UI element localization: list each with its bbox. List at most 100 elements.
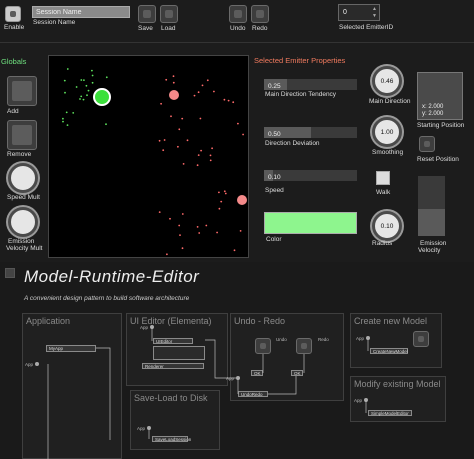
undo-node-button[interactable] (255, 338, 271, 354)
emitter-id-stepper[interactable]: 0 ▲ ▼ (338, 4, 380, 21)
particle (197, 91, 200, 94)
particle (199, 117, 202, 120)
redo-node-label: Redo (318, 337, 329, 342)
undo-node-label: Undo (276, 337, 287, 342)
enable-toggle[interactable] (5, 6, 21, 22)
particle (80, 95, 83, 98)
particle (181, 213, 184, 215)
undoredo-node[interactable]: UndoRedo (238, 391, 268, 397)
emitter-orange-2[interactable] (237, 195, 247, 205)
particle (85, 84, 88, 87)
emission-velocity-mult-knob[interactable] (8, 207, 38, 237)
particle (223, 98, 226, 101)
particle (198, 232, 201, 234)
particle (178, 128, 181, 131)
emitter-selected[interactable] (93, 88, 111, 106)
main-direction-value: 0.46 (380, 78, 394, 85)
simplemodeleditor-node[interactable]: SimpleModelEditor (368, 410, 412, 416)
undo-redo-app-port[interactable] (236, 376, 240, 380)
doc-checkbox[interactable] (5, 268, 15, 278)
save-load-app-port-label: App (137, 426, 146, 431)
main-direction-knob[interactable]: 0.46 (372, 66, 402, 96)
particle (172, 75, 175, 78)
particle (64, 91, 66, 94)
save-button[interactable] (138, 5, 156, 23)
save-load-app-port[interactable] (147, 426, 151, 430)
stepper-down-icon[interactable]: ▼ (372, 13, 377, 19)
radius-knob[interactable]: 0.10 (372, 211, 402, 241)
renderer-node[interactable]: Renderer (142, 363, 204, 369)
smoothing-label: Smoothing (372, 149, 404, 156)
uieditor-node[interactable]: UIEditor (153, 338, 193, 344)
createnewmodel-node[interactable]: CreateNewModel (370, 348, 408, 354)
particle (165, 78, 168, 81)
ui-editor-app-port[interactable] (150, 325, 154, 329)
particle (80, 79, 83, 81)
particle (186, 139, 189, 142)
particle (200, 149, 203, 152)
undo-button[interactable] (229, 5, 247, 23)
speed-mult-knob[interactable] (8, 163, 38, 193)
remove-button[interactable] (7, 120, 37, 150)
color-label: Color (266, 236, 282, 243)
load-label: Load (161, 25, 176, 32)
main-direction-tendency-label: Main Direction Tendency (265, 91, 337, 98)
particle-canvas[interactable] (48, 55, 249, 258)
session-name-input[interactable] (32, 6, 130, 18)
particle (79, 98, 81, 100)
particle (163, 139, 166, 141)
save-load-panel-title: Save-Load to Disk (134, 393, 208, 403)
emitter-id-label: Selected EmitterID (339, 24, 394, 31)
create-model-button[interactable] (413, 331, 429, 347)
emission-velocity-mult-label: Emission (8, 238, 35, 245)
particle (82, 98, 85, 101)
radius-label: Radius (372, 240, 393, 247)
modify-model-app-port[interactable] (364, 398, 368, 402)
create-model-app-port[interactable] (366, 336, 370, 340)
particle (62, 117, 64, 120)
redo-button[interactable] (251, 5, 269, 23)
speed-slider[interactable]: 0.10 (264, 170, 357, 181)
reset-position-button[interactable] (419, 136, 435, 152)
main-direction-tendency-slider[interactable]: 0.25 (264, 79, 357, 90)
walk-label: Walk (376, 189, 391, 196)
emission-velocity-slider[interactable] (418, 176, 445, 236)
reset-position-label: Reset Position (417, 156, 459, 163)
particle (196, 164, 199, 167)
particle (178, 224, 181, 227)
color-swatch[interactable] (264, 212, 357, 234)
particle (216, 231, 219, 234)
particle (227, 99, 230, 102)
particle (218, 191, 220, 194)
smoothing-knob[interactable]: 1.00 (372, 117, 402, 147)
emission-velocity-label-line2: Velocity (418, 247, 441, 254)
ok-node-2[interactable]: OK (291, 370, 303, 376)
undo-label: Undo (230, 25, 246, 32)
emission-velocity-label: Emission (420, 240, 447, 247)
particle (91, 81, 94, 84)
redo-node-button[interactable] (296, 338, 312, 354)
emitter-orange-1[interactable] (169, 90, 179, 100)
particle (75, 86, 78, 88)
enable-label: Enable (4, 24, 25, 31)
stepper-up-icon[interactable]: ▲ (372, 6, 377, 12)
ui-editor-app-port-label: App (140, 325, 149, 330)
particle (206, 79, 209, 82)
application-app-port[interactable] (35, 362, 39, 366)
particle (209, 154, 212, 157)
saveloadsession-node[interactable]: SaveLoadSession (152, 436, 191, 442)
add-button[interactable] (7, 76, 37, 106)
particle (223, 190, 226, 193)
ok-node-1[interactable]: OK (251, 370, 263, 376)
myapp-node[interactable]: MyApp (46, 345, 96, 352)
radius-value: 0.10 (380, 223, 394, 230)
modify-model-panel-title: Modify existing Model (354, 379, 441, 389)
starting-position-pad[interactable]: x: 2.000 y: 2.000 (417, 72, 463, 120)
load-button[interactable] (160, 5, 178, 23)
particle (166, 253, 168, 256)
walk-toggle[interactable] (376, 171, 390, 185)
particle (205, 224, 208, 227)
particle (63, 79, 66, 82)
create-model-panel-title: Create new Model (354, 316, 428, 326)
direction-deviation-slider[interactable]: 0.50 (264, 127, 357, 138)
